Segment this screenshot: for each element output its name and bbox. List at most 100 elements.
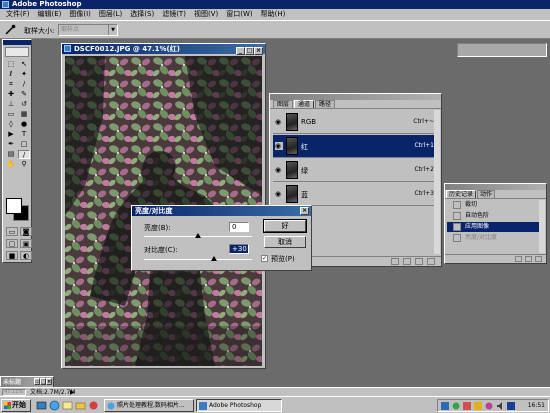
- adobe-logo[interactable]: [5, 47, 29, 57]
- eye-icon[interactable]: ◉: [275, 166, 283, 174]
- channel-row-green[interactable]: ◉ 绿 Ctrl+2: [273, 159, 440, 182]
- menu-file[interactable]: 文件(F): [2, 9, 34, 20]
- history-brush-tool-icon[interactable]: ↺: [18, 100, 30, 109]
- history-item[interactable]: 自动色阶: [447, 211, 540, 221]
- menu-layer[interactable]: 图层(L): [95, 9, 126, 20]
- channels-scrollbar[interactable]: [434, 110, 440, 254]
- toolbox-titlebar[interactable]: [3, 40, 31, 45]
- ok-button[interactable]: 好: [263, 219, 307, 233]
- history-item[interactable]: 裁切: [447, 200, 540, 210]
- dodge-tool-icon[interactable]: ●: [18, 120, 30, 129]
- load-selection-icon[interactable]: [391, 258, 399, 265]
- menu-edit[interactable]: 编辑(E): [34, 9, 66, 20]
- minimized-document[interactable]: 未标题 ▫ □ ×: [0, 376, 54, 388]
- new-snapshot-icon[interactable]: [525, 256, 532, 262]
- close-button[interactable]: ×: [300, 207, 309, 215]
- standard-screen-mode-icon[interactable]: ▢: [6, 239, 18, 248]
- save-selection-icon[interactable]: [403, 258, 411, 265]
- history-item-selected[interactable]: 应用图像: [447, 222, 540, 232]
- palette-well[interactable]: [457, 43, 547, 57]
- eyedropper-tool-icon[interactable]: ∕: [18, 150, 30, 159]
- folder-quicklaunch-icon[interactable]: [75, 400, 86, 411]
- start-button[interactable]: 开始: [1, 399, 31, 412]
- zoom-field[interactable]: 47.11%: [2, 389, 26, 396]
- eye-icon[interactable]: ◉: [275, 190, 283, 198]
- standard-mode-icon[interactable]: ▭: [6, 227, 18, 236]
- slice-tool-icon[interactable]: ∕: [18, 80, 30, 89]
- eye-icon[interactable]: ◉: [275, 118, 283, 126]
- tab-layers[interactable]: 图层: [273, 100, 294, 108]
- path-selection-tool-icon[interactable]: ▶: [5, 130, 17, 139]
- healing-brush-tool-icon[interactable]: ✚: [5, 90, 17, 99]
- document-titlebar[interactable]: DSCF0012.JPG @ 47.1%(红) _ □ ×: [62, 44, 265, 55]
- tab-history[interactable]: 历史记录: [446, 190, 477, 198]
- maximize-button[interactable]: □: [245, 47, 254, 55]
- trash-icon[interactable]: [427, 258, 435, 265]
- type-tool-icon[interactable]: T: [18, 130, 30, 139]
- contrast-slider-thumb[interactable]: [211, 256, 218, 261]
- sample-size-select[interactable]: 取样点 ▼: [58, 24, 118, 36]
- preview-checkbox[interactable]: ✓: [261, 255, 268, 262]
- marquee-tool-icon[interactable]: ⬚: [5, 60, 17, 69]
- cancel-button[interactable]: 取消: [264, 236, 306, 248]
- email-quicklaunch-icon[interactable]: [62, 400, 73, 411]
- media-quicklaunch-icon[interactable]: [88, 400, 99, 411]
- brush-tool-icon[interactable]: ✎: [18, 90, 30, 99]
- tray-app-icon[interactable]: [452, 402, 460, 410]
- menu-select[interactable]: 选择(S): [126, 9, 158, 20]
- channel-row-rgb[interactable]: ◉ RGB Ctrl+~: [273, 111, 440, 134]
- hand-tool-icon[interactable]: ✋: [5, 160, 17, 169]
- tray-app-icon[interactable]: [485, 402, 493, 410]
- channel-row-blue[interactable]: ◉ 蓝 Ctrl+3: [273, 183, 440, 206]
- shape-tool-icon[interactable]: □: [18, 140, 30, 149]
- menu-window[interactable]: 窗口(W): [222, 9, 256, 20]
- gradient-tool-icon[interactable]: ▦: [18, 110, 30, 119]
- brightness-slider-thumb[interactable]: [195, 233, 201, 238]
- crop-tool-icon[interactable]: ⌗: [5, 80, 17, 89]
- close-button[interactable]: ×: [254, 47, 263, 55]
- close-button[interactable]: ×: [46, 378, 52, 385]
- menu-help[interactable]: 帮助(H): [257, 9, 290, 20]
- tray-app-icon[interactable]: [463, 402, 471, 410]
- new-channel-icon[interactable]: [415, 258, 423, 265]
- dialog-titlebar[interactable]: 亮度/对比度 ×: [132, 206, 311, 216]
- tab-paths[interactable]: 路径: [315, 100, 336, 108]
- contrast-slider-track[interactable]: [144, 259, 252, 260]
- move-tool-icon[interactable]: ↖: [18, 60, 30, 69]
- contrast-input[interactable]: +30: [229, 244, 249, 254]
- tray-app-icon[interactable]: [441, 402, 449, 410]
- browser-quicklaunch-icon[interactable]: [49, 400, 60, 411]
- history-scrollbar[interactable]: [539, 200, 545, 253]
- foreground-color-swatch[interactable]: [6, 198, 22, 214]
- eraser-tool-icon[interactable]: ▭: [5, 110, 17, 119]
- eye-icon[interactable]: ◉: [275, 142, 283, 150]
- full-screen-menu-mode-icon[interactable]: ▣: [20, 239, 32, 248]
- channel-row-red[interactable]: ◉ 红 Ctrl+1: [273, 135, 440, 158]
- notes-tool-icon[interactable]: ▤: [5, 150, 17, 159]
- quick-mask-mode-icon[interactable]: ◙: [20, 227, 32, 236]
- jump-to-imageready-icon[interactable]: ◐: [20, 251, 32, 260]
- taskbar-item-photoshop[interactable]: Adobe Photoshop: [196, 399, 282, 412]
- menu-view[interactable]: 视图(V): [190, 9, 222, 20]
- speaker-icon[interactable]: [496, 402, 504, 410]
- magic-wand-tool-icon[interactable]: ✦: [18, 70, 30, 79]
- new-document-icon[interactable]: [515, 256, 522, 262]
- lasso-tool-icon[interactable]: ℓ: [5, 70, 17, 79]
- tray-app-icon[interactable]: [474, 402, 482, 410]
- tab-channels[interactable]: 通道: [294, 100, 315, 108]
- history-item-disabled[interactable]: 亮度/对比度: [447, 233, 540, 243]
- clone-stamp-tool-icon[interactable]: ⊥: [5, 100, 17, 109]
- trash-icon[interactable]: [535, 256, 542, 262]
- minimize-button[interactable]: _: [236, 47, 245, 55]
- full-screen-mode-icon[interactable]: ■: [6, 251, 18, 260]
- zoom-tool-icon[interactable]: ⚲: [18, 160, 30, 169]
- blur-tool-icon[interactable]: ◊: [5, 120, 17, 129]
- pen-tool-icon[interactable]: ✒: [5, 140, 17, 149]
- menu-image[interactable]: 图像(I): [65, 9, 95, 20]
- desktop-quicklaunch-icon[interactable]: [36, 400, 47, 411]
- menu-filter[interactable]: 滤镜(T): [158, 9, 190, 20]
- input-method-icon[interactable]: [507, 402, 515, 410]
- taskbar-item-browser[interactable]: 照片处理教程,数码相片...: [104, 399, 194, 412]
- tab-actions[interactable]: 动作: [477, 190, 496, 198]
- brightness-input[interactable]: 0: [229, 222, 249, 232]
